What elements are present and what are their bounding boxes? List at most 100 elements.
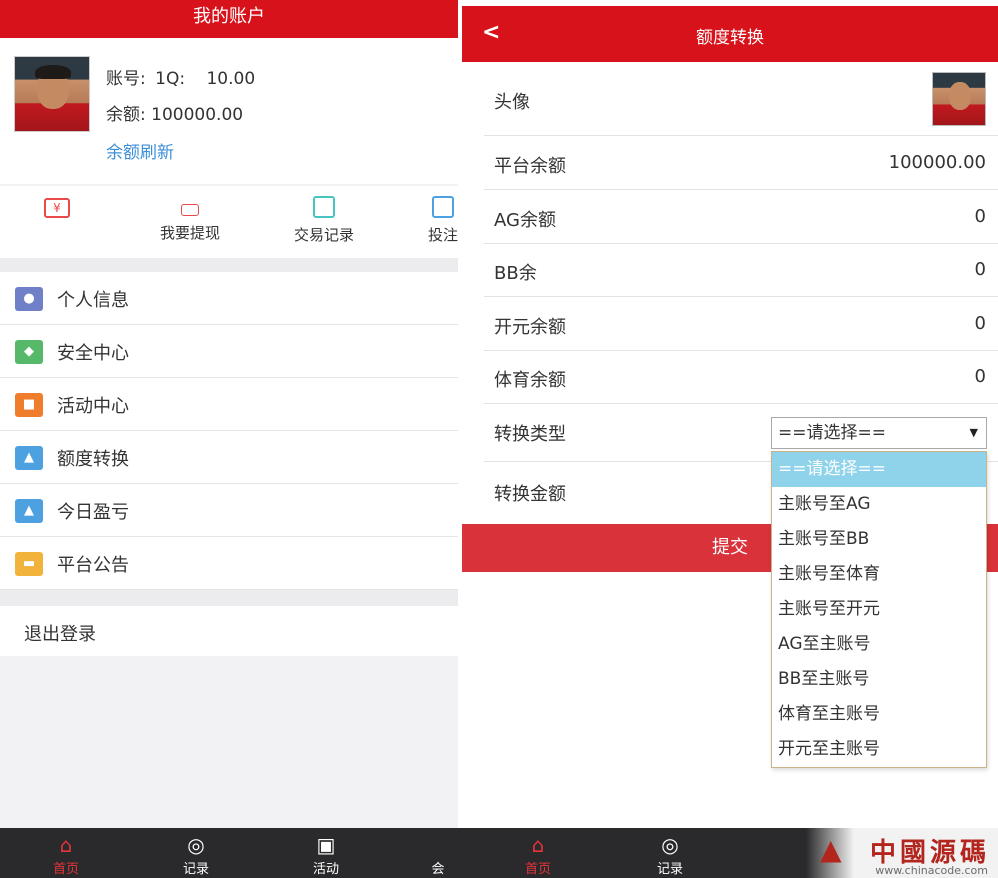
menu-item-label: 安全中心 — [57, 343, 129, 364]
transfer-type-label: 转换类型 — [494, 424, 566, 445]
user-icon: ● — [15, 287, 43, 311]
chart-icon: ▲ — [15, 499, 43, 523]
dropdown-option[interactable]: 开元至主账号 — [772, 732, 986, 767]
bottom-tabbar-left: ⌂ 首页 ◎ 记录 ▣ 活动 会 — [0, 828, 462, 878]
watermark: ▲ 中國源碼 www.chinacode.com — [806, 828, 998, 878]
page-title: 额度转换 — [696, 28, 764, 48]
bb-balance-row: BB余 0 — [484, 244, 998, 297]
quick-actions: ¥ 我要提现 交易记录 投注 — [0, 186, 458, 258]
ag-balance-label: AG余额 — [494, 210, 556, 231]
dropdown-caret-icon: ▼ — [969, 426, 978, 439]
menu-item-transfer[interactable]: ▲ 额度转换 — [0, 431, 458, 484]
tab-member[interactable]: 会 — [418, 834, 458, 877]
account-label: 账号: — [106, 69, 146, 89]
home-icon: ⌂ — [59, 833, 73, 857]
ag-balance-value: 0 — [974, 206, 986, 227]
transaction-icon — [313, 196, 335, 218]
sports-balance-value: 0 — [974, 366, 986, 387]
select-value: ==请选择== — [778, 423, 886, 443]
transfer-type-select[interactable]: ==请选择== ▼ — [771, 417, 987, 449]
tab-home-label: 首页 — [52, 862, 79, 877]
withdraw-icon — [181, 204, 199, 216]
tab-records[interactable]: ◎ 记录 — [640, 834, 700, 877]
compass-icon: ◎ — [187, 833, 205, 857]
quick-withdraw[interactable]: 我要提现 — [160, 196, 220, 243]
tab-home-label: 首页 — [524, 862, 551, 877]
deposit-icon-button[interactable]: ¥ — [44, 198, 70, 224]
avatar-row: 头像 — [484, 64, 998, 136]
quick-bet[interactable]: 投注 — [428, 196, 458, 245]
avatar-label: 头像 — [494, 92, 530, 113]
home-icon: ⌂ — [531, 833, 545, 857]
avatar-face — [949, 82, 971, 110]
account-line: 账号: 1Q: 10.00 — [106, 64, 255, 89]
menu-item-label: 平台公告 — [57, 555, 129, 576]
tab-activity[interactable]: ▣ 活动 — [296, 834, 356, 877]
watermark-url: www.chinacode.com — [875, 864, 988, 877]
kaiyuan-balance-label: 开元余额 — [494, 317, 566, 338]
dropdown-option[interactable]: 主账号至开元 — [772, 592, 986, 627]
dropdown-option[interactable]: AG至主账号 — [772, 627, 986, 662]
logout-button[interactable]: 退出登录 — [0, 606, 458, 656]
quick-transactions-label: 交易记录 — [294, 226, 355, 244]
my-account-screen: 我的账户 账号: 1Q: 10.00 余额: 100000.00 余额刷新 ¥ — [0, 0, 458, 828]
kaiyuan-balance-value: 0 — [974, 313, 986, 334]
menu-item-label: 活动中心 — [57, 396, 129, 417]
dropdown-option[interactable]: 主账号至BB — [772, 522, 986, 557]
menu-item-activity[interactable]: ■ 活动中心 — [0, 378, 458, 431]
quick-withdraw-label: 我要提现 — [160, 224, 221, 242]
menu-item-label: 额度转换 — [57, 449, 129, 470]
transfer-type-dropdown: ==请选择== 主账号至AG 主账号至BB 主账号至体育 主账号至开元 AG至主… — [771, 451, 987, 768]
tab-records[interactable]: ◎ 记录 — [166, 834, 226, 877]
avatar[interactable] — [932, 72, 986, 126]
page-title: 我的账户 — [0, 0, 458, 38]
menu-item-profit[interactable]: ▲ 今日盈亏 — [0, 484, 458, 537]
avatar-hair — [35, 65, 71, 79]
tab-home[interactable]: ⌂ 首页 — [36, 834, 96, 877]
sports-balance-label: 体育余额 — [494, 370, 566, 391]
account-menu: ● 个人信息 ◆ 安全中心 ■ 活动中心 ▲ 额度转换 ▲ 今日盈亏 ▬ 平台公… — [0, 272, 458, 590]
dropdown-option[interactable]: 体育至主账号 — [772, 697, 986, 732]
profile-card: 账号: 1Q: 10.00 余额: 100000.00 余额刷新 — [0, 38, 458, 184]
divider — [0, 590, 458, 606]
menu-item-personal-info[interactable]: ● 个人信息 — [0, 272, 458, 325]
gift-icon: ▣ — [316, 833, 336, 857]
tab-activity-label: 活动 — [312, 862, 339, 877]
notice-icon: ▬ — [15, 552, 43, 576]
divider — [0, 258, 458, 272]
menu-item-security[interactable]: ◆ 安全中心 — [0, 325, 458, 378]
dropdown-option[interactable]: ==请选择== — [772, 452, 986, 487]
bet-icon — [432, 196, 454, 218]
kaiyuan-balance-row: 开元余额 0 — [484, 298, 998, 351]
bb-balance-label: BB余 — [494, 263, 537, 284]
account-extra: 10.00 — [206, 69, 256, 89]
compass-icon: ◎ — [661, 833, 679, 857]
yen-icon: ¥ — [44, 198, 70, 218]
transfer-screen: < 额度转换 头像 平台余额 100000.00 AG余额 0 BB余 0 开元… — [462, 6, 998, 828]
dropdown-option[interactable]: 主账号至AG — [772, 487, 986, 522]
logout-label: 退出登录 — [24, 624, 96, 645]
balance-line: 余额: 100000.00 — [106, 100, 243, 125]
bb-balance-value: 0 — [974, 259, 986, 280]
shield-icon: ◆ — [15, 340, 43, 364]
account-value: 1Q: — [155, 69, 186, 89]
member-icon — [427, 834, 449, 856]
tab-records-label: 记录 — [656, 862, 683, 877]
tab-records-label: 记录 — [182, 862, 209, 877]
composite-screenshot: 我的账户 账号: 1Q: 10.00 余额: 100000.00 余额刷新 ¥ — [0, 0, 998, 878]
menu-item-notice[interactable]: ▬ 平台公告 — [0, 537, 458, 590]
tab-member-label: 会 — [431, 862, 445, 877]
platform-balance-row: 平台余额 100000.00 — [484, 137, 998, 190]
tab-home[interactable]: ⌂ 首页 — [508, 834, 568, 877]
watermark-logo-icon: ▲ — [820, 833, 842, 866]
activity-icon: ■ — [15, 393, 43, 417]
refresh-balance-link[interactable]: 余额刷新 — [106, 138, 174, 163]
platform-balance-label: 平台余额 — [494, 156, 566, 177]
avatar — [14, 56, 90, 132]
quick-transactions[interactable]: 交易记录 — [294, 196, 354, 245]
dropdown-option[interactable]: BB至主账号 — [772, 662, 986, 697]
balance-value: 100000.00 — [151, 105, 244, 125]
sports-balance-row: 体育余额 0 — [484, 351, 998, 404]
transfer-icon: ▲ — [15, 446, 43, 470]
dropdown-option[interactable]: 主账号至体育 — [772, 557, 986, 592]
